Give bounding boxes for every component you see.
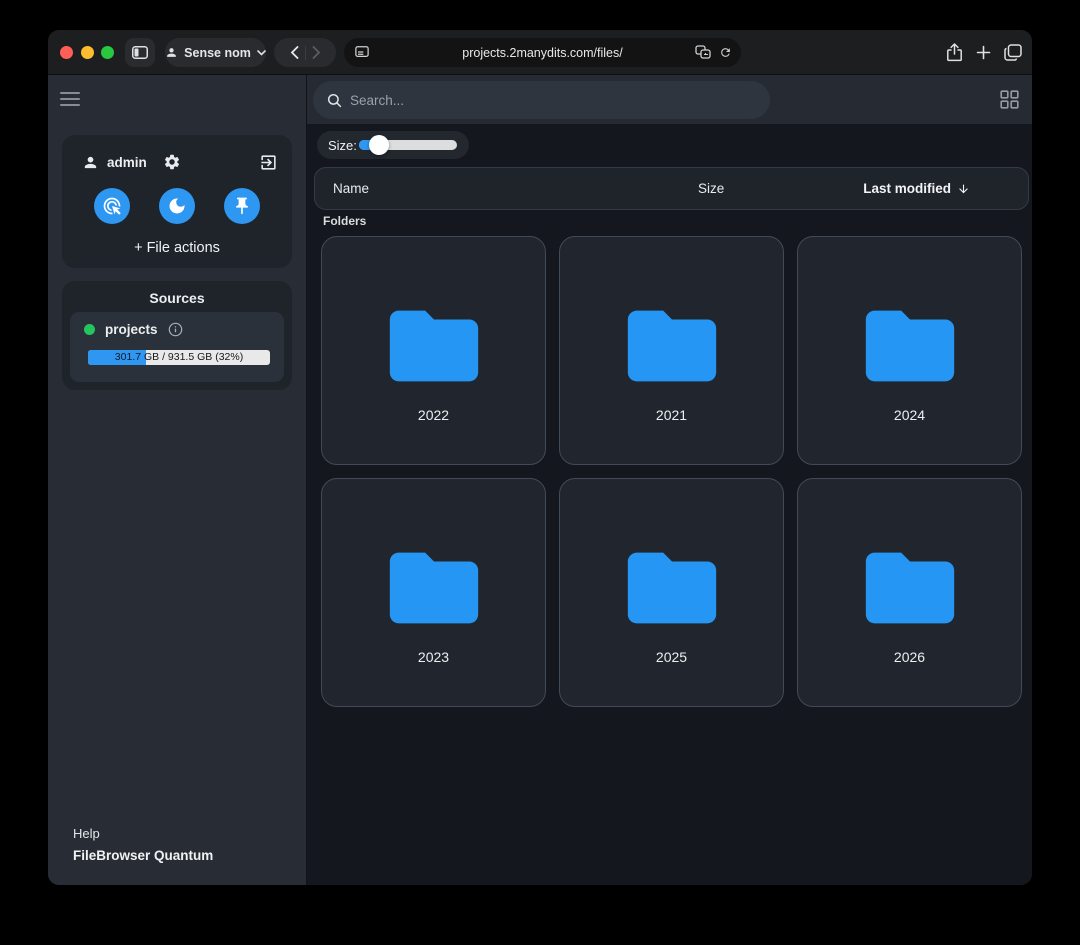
- file-listing-area: Size: Name Size Last modified: [306, 75, 1032, 885]
- translate-icon[interactable]: [695, 45, 711, 59]
- grid-view-icon[interactable]: [1000, 90, 1019, 109]
- size-slider[interactable]: [359, 140, 457, 150]
- sort-desc-arrow-icon: [957, 182, 970, 196]
- zoom-window-button[interactable]: [101, 46, 114, 59]
- sources-title: Sources: [62, 281, 292, 306]
- info-icon[interactable]: [168, 322, 183, 337]
- folder-icon: [857, 535, 963, 641]
- user-name: admin: [107, 155, 147, 170]
- forward-button[interactable]: [312, 46, 321, 59]
- folder-grid: 2022 2021 2024 2023: [321, 236, 1022, 707]
- folder-icon: [619, 535, 725, 641]
- browser-window: Sense nom projects.2manydits.com/files/: [48, 30, 1032, 885]
- size-slider-label: Size:: [328, 138, 357, 153]
- settings-gear-icon[interactable]: [163, 153, 181, 171]
- app-name: FileBrowser Quantum: [73, 848, 213, 863]
- listing-header: Name Size Last modified: [314, 167, 1029, 210]
- folder-name: 2025: [656, 649, 687, 665]
- source-name: projects: [105, 322, 158, 337]
- folder-icon: [381, 293, 487, 399]
- sidebar-toggle-button[interactable]: [125, 38, 155, 67]
- hamburger-menu-icon[interactable]: [60, 92, 80, 106]
- folder-name: 2023: [418, 649, 449, 665]
- share-icon[interactable]: [946, 43, 963, 62]
- size-slider-fill: [359, 140, 379, 150]
- moon-icon: [167, 196, 187, 216]
- file-actions-button[interactable]: + File actions: [62, 240, 292, 256]
- profile-name: Sense nom: [184, 46, 251, 60]
- folder-card[interactable]: 2026: [797, 478, 1022, 707]
- chevron-down-icon: [257, 50, 266, 56]
- folder-card[interactable]: 2021: [559, 236, 784, 465]
- storage-usage-bar: 301.7 GB / 931.5 GB (32%): [88, 350, 270, 365]
- close-window-button[interactable]: [60, 46, 73, 59]
- pin-icon: [232, 196, 252, 216]
- help-link[interactable]: Help: [73, 826, 213, 841]
- folder-name: 2026: [894, 649, 925, 665]
- dark-mode-toggle-button[interactable]: [159, 188, 195, 224]
- back-button[interactable]: [290, 46, 299, 59]
- minimize-window-button[interactable]: [81, 46, 94, 59]
- folder-card[interactable]: 2023: [321, 478, 546, 707]
- search-icon: [327, 93, 342, 108]
- sidebar-icon: [132, 46, 148, 59]
- folder-card[interactable]: 2024: [797, 236, 1022, 465]
- user-icon: [82, 154, 99, 171]
- folder-card[interactable]: 2022: [321, 236, 546, 465]
- folders-section-label: Folders: [323, 214, 366, 228]
- source-status-dot: [84, 324, 95, 335]
- traffic-lights: [60, 46, 114, 59]
- nav-divider: [305, 46, 306, 60]
- size-slider-control: Size:: [317, 131, 469, 159]
- search-band: [307, 75, 1032, 124]
- column-name[interactable]: Name: [333, 181, 369, 196]
- folder-icon: [857, 293, 963, 399]
- size-slider-thumb[interactable]: [369, 135, 389, 155]
- column-size[interactable]: Size: [698, 181, 724, 196]
- source-item-projects[interactable]: projects 301.7 GB / 931.5 GB (32%): [70, 312, 284, 382]
- sources-card: Sources projects 301.7 GB / 931.5 GB (32…: [62, 281, 292, 390]
- click-cursor-icon: [102, 196, 122, 216]
- folder-name: 2024: [894, 407, 925, 423]
- navigation-buttons: [274, 38, 336, 67]
- search-input[interactable]: [350, 93, 756, 108]
- folder-name: 2021: [656, 407, 687, 423]
- app-sidebar: admin: [48, 75, 306, 885]
- profile-menu-button[interactable]: Sense nom: [165, 38, 266, 67]
- new-tab-icon[interactable]: [976, 45, 991, 60]
- folder-icon: [381, 535, 487, 641]
- tab-overview-icon[interactable]: [1004, 44, 1022, 61]
- column-last-modified[interactable]: Last modified: [863, 181, 970, 196]
- url-text: projects.2manydits.com/files/: [344, 46, 741, 60]
- person-icon: [165, 46, 178, 59]
- single-click-toggle-button[interactable]: [94, 188, 130, 224]
- storage-usage-text: 301.7 GB / 931.5 GB (32%): [88, 350, 270, 365]
- folder-name: 2022: [418, 407, 449, 423]
- search-bar[interactable]: [313, 81, 770, 119]
- folder-icon: [619, 293, 725, 399]
- reload-icon[interactable]: [719, 46, 732, 59]
- address-bar[interactable]: projects.2manydits.com/files/: [344, 38, 741, 67]
- browser-chrome: Sense nom projects.2manydits.com/files/: [48, 30, 1032, 75]
- pin-sidebar-button[interactable]: [224, 188, 260, 224]
- folder-card[interactable]: 2025: [559, 478, 784, 707]
- user-card: admin: [62, 135, 292, 268]
- logout-icon[interactable]: [259, 153, 278, 172]
